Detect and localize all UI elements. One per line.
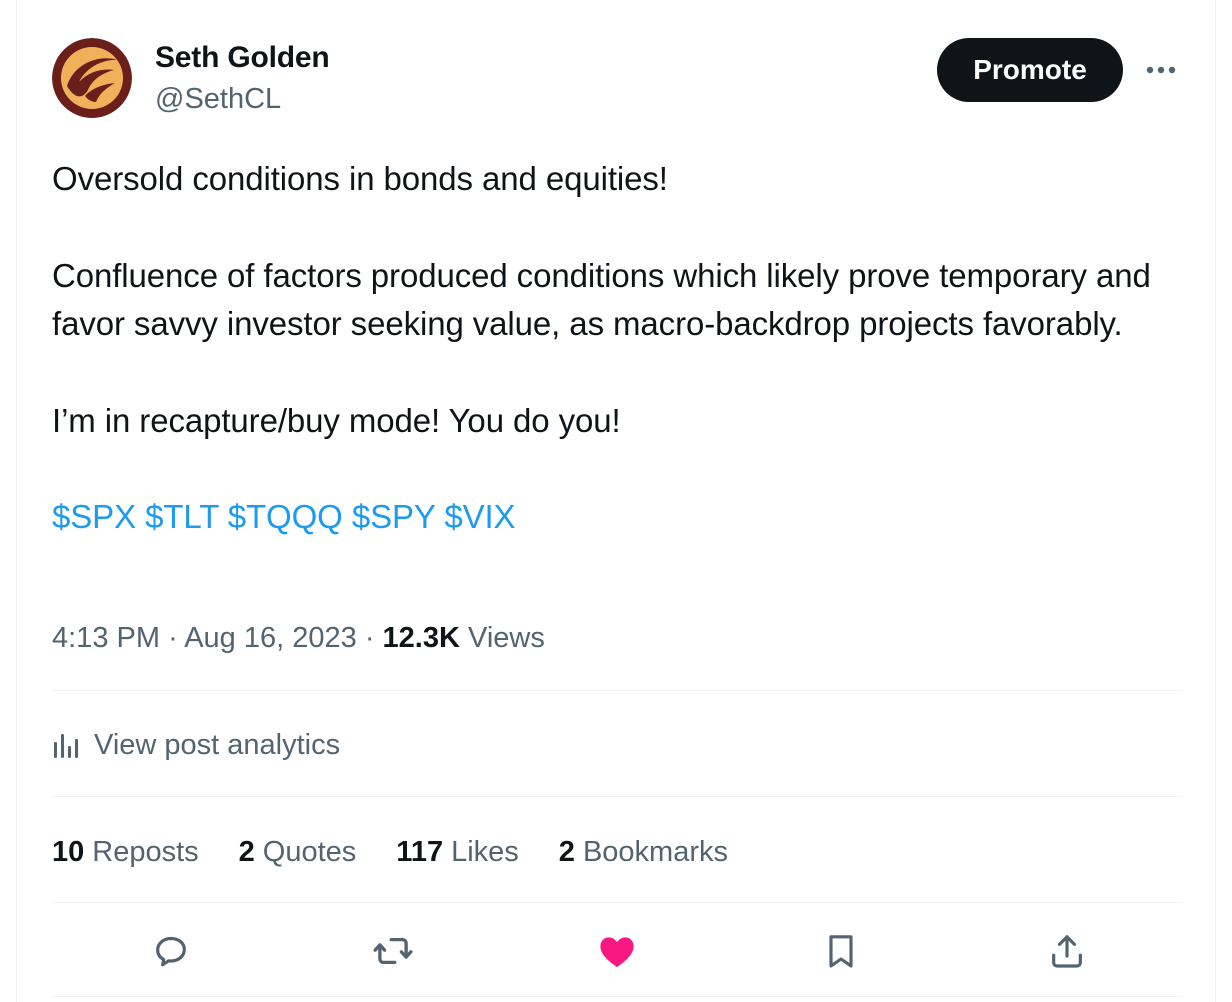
views-count: 12.3K <box>382 622 460 654</box>
more-horizontal-icon <box>1146 66 1176 74</box>
cashtag-tqqq[interactable]: $TQQQ <box>228 498 343 535</box>
share-icon <box>1052 935 1082 968</box>
bookmark-button[interactable] <box>817 927 865 975</box>
divider <box>51 690 1183 691</box>
repost-button[interactable] <box>369 927 417 975</box>
more-options-button[interactable] <box>1141 52 1181 88</box>
tweet-date[interactable]: Aug 16, 2023 <box>184 622 357 654</box>
analytics-bar-chart-icon <box>52 732 80 758</box>
author-name[interactable]: Seth Golden <box>155 40 330 76</box>
bookmarks-label: Bookmarks <box>582 835 728 868</box>
reply-button[interactable] <box>147 927 195 975</box>
cashtag-vix[interactable]: $VIX <box>444 498 515 535</box>
tweet-meta: 4:13 PM · Aug 16, 2023 · 12.3K Views <box>52 618 545 658</box>
meta-separator: · <box>168 622 178 654</box>
views-label: Views <box>468 622 545 654</box>
view-analytics-link[interactable]: View post analytics <box>52 722 340 768</box>
share-button[interactable] <box>1043 927 1091 975</box>
author-handle[interactable]: @SethCL <box>155 81 281 117</box>
tweet-text: Oversold conditions in bonds and equitie… <box>52 155 1192 542</box>
view-analytics-label: View post analytics <box>94 728 341 761</box>
cashtag-spx[interactable]: $SPX <box>52 498 136 535</box>
avatar-logo-icon <box>52 38 132 118</box>
bookmarks-stat[interactable]: 2 Bookmarks <box>559 836 728 869</box>
avatar[interactable] <box>52 38 132 118</box>
heart-icon <box>600 937 634 968</box>
cashtag-list: $SPX $TLT $TQQQ $SPY $VIX <box>52 493 1192 542</box>
reply-icon <box>156 936 186 967</box>
engagement-stats: 10 Reposts 2 Quotes 117 Likes 2 Bookmarks <box>52 830 768 874</box>
repost-icon <box>373 937 413 965</box>
reposts-count: 10 <box>52 835 85 868</box>
promote-button[interactable]: Promote <box>937 38 1123 102</box>
quotes-stat[interactable]: 2 Quotes <box>239 836 357 869</box>
bookmark-icon <box>829 935 853 968</box>
divider <box>51 796 1183 797</box>
likes-label: Likes <box>451 835 519 868</box>
tweet-time[interactable]: 4:13 PM <box>52 622 160 654</box>
tweet-paragraph: Confluence of factors produced condition… <box>52 256 1151 343</box>
divider <box>51 996 1183 997</box>
reposts-label: Reposts <box>92 835 199 868</box>
cashtag-spy[interactable]: $SPY <box>352 498 435 535</box>
likes-count: 117 <box>396 835 444 868</box>
tweet-paragraph: I’m in recapture/buy mode! You do you! <box>52 401 621 439</box>
quotes-label: Quotes <box>262 835 357 868</box>
tweet-card: Seth Golden @SethCL Promote Oversold con… <box>16 0 1216 1002</box>
reposts-stat[interactable]: 10 Reposts <box>52 836 199 869</box>
cashtag-tlt[interactable]: $TLT <box>145 498 219 535</box>
meta-separator: · <box>364 622 375 654</box>
tweet-paragraph: Oversold conditions in bonds and equitie… <box>52 160 668 197</box>
bookmarks-count: 2 <box>558 835 575 868</box>
divider <box>51 902 1183 903</box>
quotes-count: 2 <box>238 835 255 868</box>
like-button[interactable] <box>593 927 641 975</box>
likes-stat[interactable]: 117 Likes <box>396 836 519 869</box>
